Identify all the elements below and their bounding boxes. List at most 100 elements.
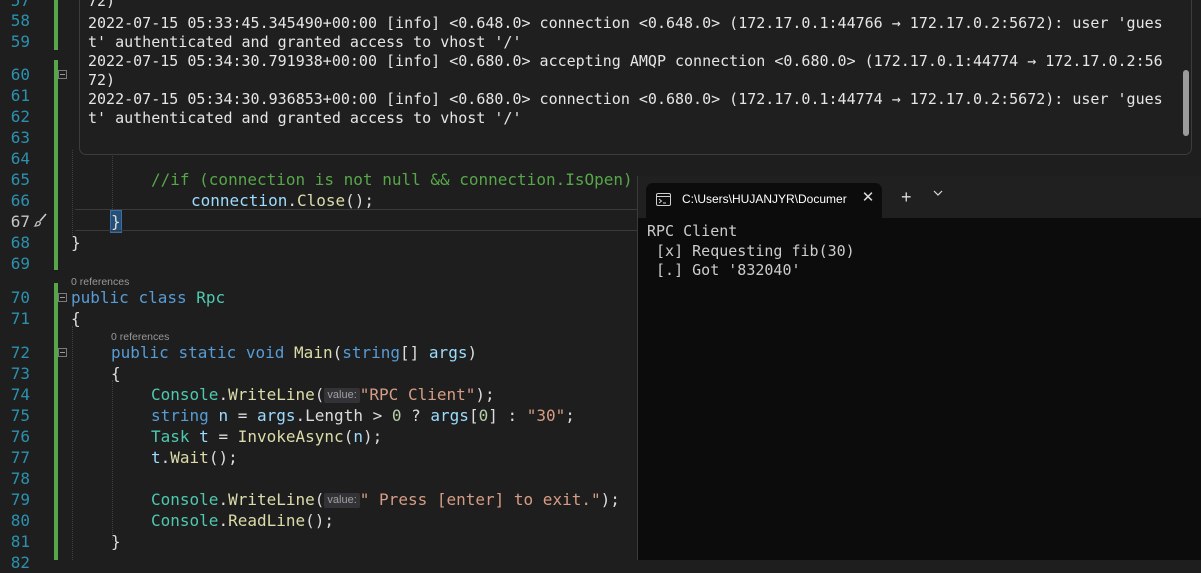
log-line: 2022-07-15 05:34:30.791938+00:00 [info] … bbox=[88, 52, 1163, 70]
line-number: 74 bbox=[10, 385, 30, 404]
code-token: n bbox=[353, 427, 363, 446]
terminal-output-line: [x] Requesting fib(30) bbox=[647, 241, 855, 260]
code-token: args bbox=[428, 343, 468, 362]
line-number: 63 bbox=[10, 128, 30, 147]
code-token: Console bbox=[151, 385, 219, 404]
code-token: InvokeAsync bbox=[237, 427, 344, 446]
chevron-down-icon[interactable] bbox=[932, 187, 944, 199]
plus-icon[interactable]: + bbox=[901, 188, 912, 206]
inlay-hint: value: bbox=[324, 388, 360, 403]
code-token: Console bbox=[151, 511, 219, 530]
code-token: public bbox=[71, 288, 129, 307]
line-number: 66 bbox=[10, 191, 30, 210]
code-token: "RPC Client" bbox=[359, 385, 476, 404]
line-number: 81 bbox=[10, 532, 30, 551]
code-token: n bbox=[218, 406, 229, 425]
code-line-class: public class Rpc bbox=[71, 287, 225, 308]
fold-icon[interactable] bbox=[58, 348, 67, 357]
current-line-highlight bbox=[75, 209, 637, 231]
line-number: 82 bbox=[10, 553, 30, 572]
log-line: t' authenticated and granted access to v… bbox=[88, 33, 522, 51]
code-token: Wait bbox=[170, 448, 209, 467]
code-line-readline: Console.ReadLine(); bbox=[151, 511, 335, 530]
code-line-wait: t.Wait(); bbox=[151, 448, 238, 467]
line-number: 61 bbox=[10, 86, 30, 105]
editor-gutter: 57 58 59 60 61 62 63 64 65 66 67 68 69 7… bbox=[0, 0, 75, 572]
code-brace: { bbox=[71, 309, 81, 328]
code-token: string bbox=[342, 343, 401, 362]
indent-guide bbox=[112, 380, 113, 540]
indent-guide bbox=[72, 150, 73, 235]
code-token: Length bbox=[305, 406, 363, 425]
line-number: 79 bbox=[10, 490, 30, 509]
change-bar bbox=[54, 60, 58, 270]
code-comment: //if (connection is not null && connecti… bbox=[151, 170, 633, 189]
fold-icon[interactable] bbox=[58, 70, 67, 79]
line-number: 70 bbox=[10, 288, 30, 307]
line-number-current: 67 bbox=[10, 212, 30, 231]
code-token: class bbox=[138, 288, 187, 307]
log-line: 2022-07-15 05:33:45.345490+00:00 [info] … bbox=[88, 14, 1163, 32]
code-line-close: connection.Close(); bbox=[191, 191, 375, 210]
terminal-tab-icon bbox=[656, 193, 671, 206]
code-line-writeline: Console.WriteLine(value: "RPC Client"); bbox=[151, 385, 495, 404]
code-token: WriteLine bbox=[228, 385, 315, 404]
terminal-output-line: RPC Client bbox=[647, 222, 738, 240]
code-line-main: public static void Main(string[] args) bbox=[111, 343, 478, 362]
code-token: public bbox=[111, 343, 169, 362]
code-token: (); bbox=[345, 191, 375, 210]
fold-icon[interactable] bbox=[58, 293, 67, 302]
code-token: static bbox=[178, 343, 237, 362]
code-token: WriteLine bbox=[228, 490, 315, 509]
code-token: args bbox=[430, 406, 469, 425]
code-token: connection bbox=[191, 191, 288, 210]
line-number: 58 bbox=[10, 11, 30, 30]
change-bar bbox=[54, 0, 58, 50]
line-number: 62 bbox=[10, 107, 30, 126]
line-number: 68 bbox=[10, 233, 30, 252]
line-number: 76 bbox=[10, 427, 30, 446]
code-token: Task bbox=[151, 427, 190, 446]
line-number: 60 bbox=[10, 65, 30, 84]
code-token: 0 bbox=[391, 406, 402, 425]
code-token: " Press [enter] to exit." bbox=[359, 490, 601, 509]
log-line: t' authenticated and granted access to v… bbox=[88, 109, 522, 127]
code-token: args bbox=[256, 406, 296, 425]
terminal-tab-bar: C:\Users\HUJANJYR\Documer ✕ + bbox=[638, 176, 1201, 218]
log-line: 2022-07-15 05:34:30.936853+00:00 [info] … bbox=[88, 90, 1163, 108]
terminal-window[interactable]: C:\Users\HUJANJYR\Documer ✕ + RPC Client… bbox=[637, 176, 1201, 560]
line-number: 72 bbox=[10, 343, 30, 362]
log-line: 72) bbox=[88, 0, 116, 10]
log-line: 72) bbox=[88, 71, 116, 89]
line-number: 69 bbox=[10, 254, 30, 273]
code-token: string bbox=[151, 406, 209, 425]
inlay-hint: value: bbox=[324, 493, 360, 508]
code-token: "30" bbox=[526, 406, 566, 425]
code-token: Main bbox=[294, 343, 333, 362]
close-icon[interactable]: ✕ bbox=[859, 189, 877, 207]
code-token: t bbox=[199, 427, 209, 446]
line-number: 73 bbox=[10, 364, 30, 383]
code-token: t bbox=[151, 448, 161, 467]
code-line-writeline: Console.WriteLine(value: " Press [enter] … bbox=[151, 490, 620, 509]
line-number: 65 bbox=[10, 170, 30, 189]
code-token: void bbox=[245, 343, 285, 362]
code-line-string: string n = args.Length > 0 ? args[0] : "… bbox=[151, 406, 575, 425]
code-brace: } bbox=[111, 532, 121, 551]
terminal-tab[interactable]: C:\Users\HUJANJYR\Documer ✕ bbox=[646, 183, 882, 218]
code-brace: } bbox=[71, 233, 81, 252]
code-token: Rpc bbox=[196, 288, 226, 307]
brush-icon[interactable] bbox=[33, 212, 49, 228]
popup-scrollbar[interactable] bbox=[1183, 70, 1189, 136]
terminal-output-line: [.] Got '832040' bbox=[647, 261, 801, 279]
line-number: 77 bbox=[10, 448, 30, 467]
terminal-tab-title: C:\Users\HUJANJYR\Documer bbox=[682, 192, 847, 206]
indent-guide bbox=[112, 150, 113, 215]
log-output-popup[interactable]: 72) 2022-07-15 05:33:45.345490+00:00 [in… bbox=[79, 0, 1192, 155]
line-number: 80 bbox=[10, 511, 30, 530]
line-number: 75 bbox=[10, 406, 30, 425]
code-token: Console bbox=[151, 490, 219, 509]
code-line-task: Task t = InvokeAsync(n); bbox=[151, 427, 383, 446]
change-bar bbox=[54, 283, 58, 560]
code-token: ReadLine bbox=[228, 511, 306, 530]
